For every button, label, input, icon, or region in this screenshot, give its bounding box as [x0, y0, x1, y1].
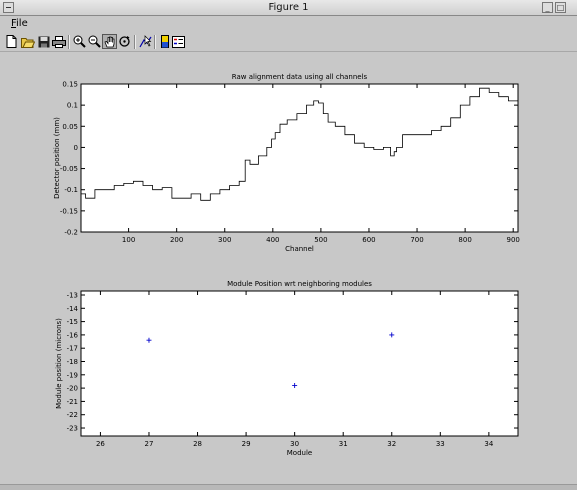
- pan-hand-icon[interactable]: [102, 34, 117, 49]
- zoom-out-icon[interactable]: [87, 34, 102, 49]
- x-tick-label: 31: [339, 440, 348, 448]
- y-tick-label: -17: [67, 345, 78, 353]
- y-tick-label: -16: [67, 331, 79, 339]
- x-tick-label: 33: [436, 440, 445, 448]
- figure-area: 100200300400500600700800900-0.2-0.15-0.1…: [4, 52, 571, 482]
- print-icon[interactable]: [51, 34, 66, 49]
- menu-file[interactable]: File: [11, 18, 28, 29]
- x-tick-label: 500: [314, 236, 327, 244]
- y-tick-label: 0.15: [62, 81, 78, 89]
- open-folder-icon[interactable]: [20, 34, 35, 49]
- x-tick-label: 700: [410, 236, 423, 244]
- window-title: Figure 1: [0, 2, 577, 13]
- x-tick-label: 800: [458, 236, 471, 244]
- x-tick-label: 30: [290, 440, 299, 448]
- y-tick-label: -13: [67, 291, 78, 299]
- menu-file-label: ile: [16, 18, 28, 29]
- x-tick-label: 400: [266, 236, 279, 244]
- y-tick-label: -15: [67, 318, 78, 326]
- x-tick-label: 29: [242, 440, 251, 448]
- x-tick-label: 900: [507, 236, 520, 244]
- y-tick-label: 0.05: [62, 123, 78, 131]
- save-icon[interactable]: [36, 34, 51, 49]
- y-tick-label: -20: [67, 385, 78, 393]
- menu-bar: File: [0, 16, 577, 32]
- new-file-icon[interactable]: [4, 34, 19, 49]
- y-tick-label: -0.15: [60, 207, 78, 215]
- x-tick-label: 34: [484, 440, 493, 448]
- zoom-in-icon[interactable]: [72, 34, 87, 49]
- chart-title: Raw alignment data using all channels: [232, 73, 368, 81]
- y-tick-label: -0.2: [64, 229, 78, 237]
- data-cursor-icon[interactable]: [138, 34, 153, 49]
- y-tick-label: 0: [74, 144, 78, 152]
- colorbar-icon[interactable]: [157, 34, 172, 49]
- x-tick-label: 300: [218, 236, 231, 244]
- x-tick-label: 100: [122, 236, 135, 244]
- toolbar: [0, 32, 577, 52]
- y-axis-label: Detector position (mm): [53, 117, 61, 199]
- x-tick-label: 26: [96, 440, 105, 448]
- y-tick-label: -21: [67, 398, 78, 406]
- title-bar: Figure 1 _ □: [0, 0, 577, 16]
- x-axis-label: Module: [287, 449, 312, 457]
- y-tick-label: -14: [67, 305, 79, 313]
- x-axis-label: Channel: [285, 245, 314, 253]
- y-tick-label: -22: [67, 411, 78, 419]
- plot-axes-1: [81, 84, 518, 232]
- y-tick-label: -19: [67, 371, 78, 379]
- x-tick-label: 27: [145, 440, 154, 448]
- y-tick-label: 0.1: [67, 102, 78, 110]
- figure-canvas: 100200300400500600700800900-0.2-0.15-0.1…: [4, 52, 571, 482]
- y-tick-label: -18: [67, 358, 78, 366]
- y-tick-label: -0.05: [60, 165, 78, 173]
- rotate-icon[interactable]: [117, 34, 132, 49]
- legend-icon[interactable]: [171, 34, 186, 49]
- x-tick-label: 32: [387, 440, 396, 448]
- maximize-button[interactable]: □: [555, 2, 566, 13]
- x-tick-label: 28: [193, 440, 202, 448]
- x-tick-label: 600: [362, 236, 375, 244]
- y-axis-label: Module position (microns): [55, 318, 63, 409]
- x-tick-label: 200: [170, 236, 183, 244]
- minimize-button[interactable]: _: [542, 2, 553, 13]
- window-bottom-edge: [0, 484, 577, 490]
- chart-title: Module Position wrt neighboring modules: [227, 280, 372, 288]
- plot-axes-2: [81, 291, 518, 436]
- y-tick-label: -23: [67, 425, 78, 433]
- y-tick-label: -0.1: [64, 186, 78, 194]
